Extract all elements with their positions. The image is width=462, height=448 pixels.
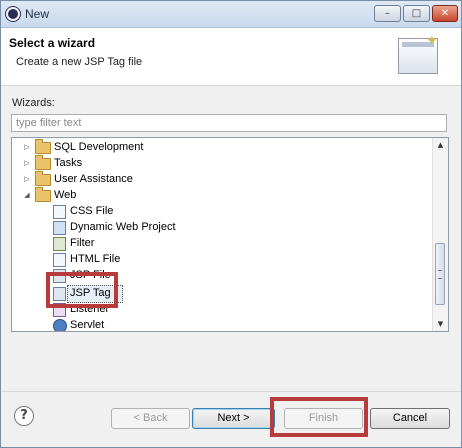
banner-description: Create a new JSP Tag file bbox=[16, 56, 143, 68]
collapse-arrow-icon[interactable]: ◢ bbox=[23, 187, 31, 203]
tree-item-label: Tasks bbox=[54, 157, 83, 169]
expand-arrow-icon[interactable]: ▷ bbox=[23, 155, 31, 171]
tree-item-jsp-file[interactable]: JSP File bbox=[12, 267, 432, 283]
cancel-button[interactable]: Cancel bbox=[370, 408, 450, 429]
new-wizard-dialog: New – □ ✕ Select a wizard Create a new J… bbox=[0, 0, 462, 448]
sparkle-icon: ✦ bbox=[426, 33, 438, 49]
wizard-tree[interactable]: ▷ SQL Development ▷ Tasks ▷ User Assista… bbox=[11, 137, 449, 332]
tree-item-dynamic-web-project[interactable]: Dynamic Web Project bbox=[12, 219, 432, 235]
tree-item-label: Listener bbox=[70, 303, 110, 315]
tree-item-filter[interactable]: Filter bbox=[12, 235, 432, 251]
tree-item-listener[interactable]: Listener bbox=[12, 301, 432, 317]
expand-arrow-icon[interactable]: ▷ bbox=[23, 171, 31, 187]
banner-title: Select a wizard bbox=[9, 36, 96, 50]
maximize-button[interactable]: □ bbox=[403, 5, 430, 22]
folder-icon bbox=[35, 139, 51, 154]
tree-item-label: Filter bbox=[70, 237, 95, 249]
tree-item-css-file[interactable]: CSS File bbox=[12, 203, 432, 219]
tree-folder-user-assistance[interactable]: ▷ User Assistance bbox=[12, 171, 432, 187]
tree-item-label: Servlet bbox=[70, 319, 105, 331]
divider bbox=[1, 391, 461, 392]
window-title: New bbox=[25, 7, 50, 21]
tree-item-label: CSS File bbox=[70, 205, 114, 217]
html-file-icon bbox=[53, 253, 66, 267]
tree-folder-web[interactable]: ◢ Web bbox=[12, 187, 432, 203]
jsp-tag-icon bbox=[53, 287, 66, 301]
tree-item-jsp-tag[interactable]: JSP Tag bbox=[12, 285, 432, 301]
tree-folder-tasks[interactable]: ▷ Tasks bbox=[12, 155, 432, 171]
tree-item-label: SQL Development bbox=[54, 141, 144, 153]
jsp-file-icon bbox=[53, 269, 66, 283]
tree-item-label: JSP File bbox=[70, 269, 111, 281]
filter-icon bbox=[53, 237, 66, 251]
web-project-icon bbox=[53, 221, 66, 235]
servlet-icon bbox=[53, 319, 67, 331]
filter-input[interactable] bbox=[11, 114, 447, 132]
minimize-button[interactable]: – bbox=[374, 5, 401, 22]
tree-item-label: Dynamic Web Project bbox=[70, 221, 176, 233]
scroll-up-arrow-icon[interactable]: ▲ bbox=[433, 138, 448, 152]
tree-item-servlet[interactable]: Servlet bbox=[12, 317, 432, 331]
close-button[interactable]: ✕ bbox=[432, 5, 458, 22]
tree-item-label: User Assistance bbox=[54, 173, 133, 185]
open-folder-icon bbox=[35, 187, 51, 202]
tree-item-label: Web bbox=[54, 189, 77, 201]
tree-item-label: JSP Tag bbox=[70, 287, 111, 299]
scroll-thumb[interactable] bbox=[435, 243, 445, 305]
help-button[interactable]: ? bbox=[14, 406, 34, 426]
eclipse-icon bbox=[6, 7, 20, 21]
back-button[interactable]: < Back bbox=[111, 408, 190, 429]
vertical-scrollbar[interactable]: ▲ ▼ bbox=[432, 138, 448, 331]
tree-item-label: HTML File bbox=[70, 253, 121, 265]
wizards-label: Wizards: bbox=[12, 97, 55, 109]
css-file-icon bbox=[53, 205, 66, 219]
tree-folder-sql-development[interactable]: ▷ SQL Development bbox=[12, 139, 432, 155]
finish-button[interactable]: Finish bbox=[284, 408, 363, 429]
folder-icon bbox=[35, 171, 51, 186]
folder-icon bbox=[35, 155, 51, 170]
expand-arrow-icon[interactable]: ▷ bbox=[23, 139, 31, 155]
title-bar[interactable]: New – □ ✕ bbox=[1, 1, 461, 28]
scroll-down-arrow-icon[interactable]: ▼ bbox=[433, 317, 448, 331]
next-button[interactable]: Next > bbox=[192, 408, 275, 429]
wizard-banner: Select a wizard Create a new JSP Tag fil… bbox=[1, 28, 461, 86]
tree-item-html-file[interactable]: HTML File bbox=[12, 251, 432, 267]
listener-icon bbox=[53, 303, 66, 317]
